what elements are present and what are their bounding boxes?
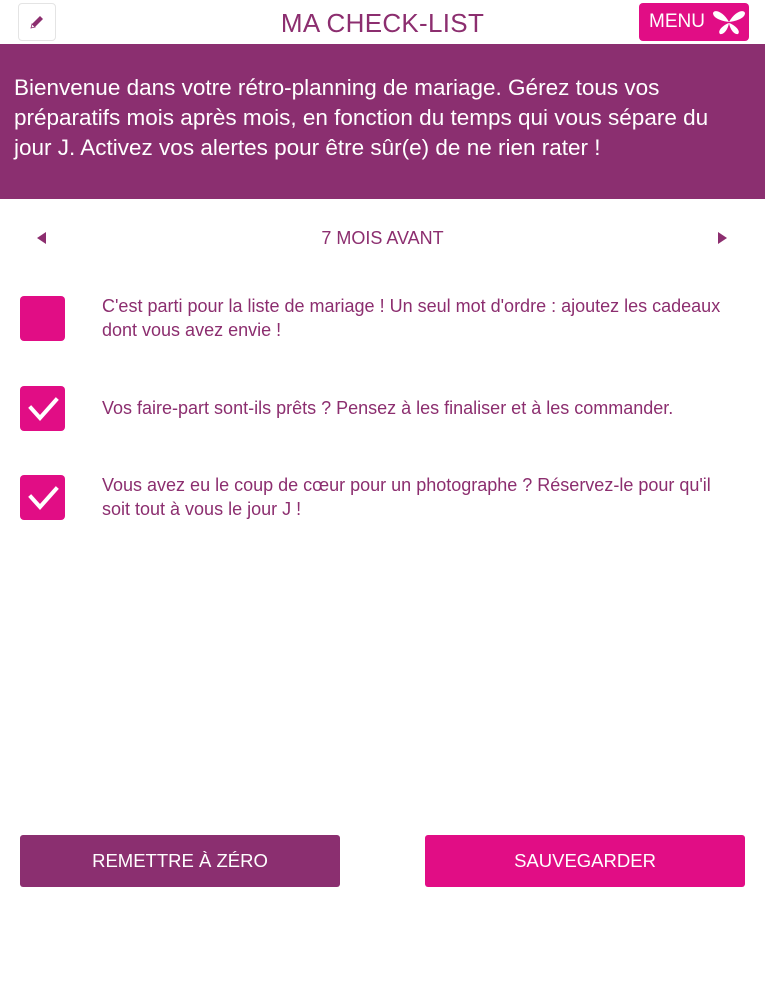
menu-label: MENU [649, 11, 705, 32]
menu-button[interactable]: MENU [639, 3, 749, 41]
save-button[interactable]: SAUVEGARDER [425, 835, 745, 887]
triangle-right-icon [718, 232, 727, 244]
task-checkbox[interactable] [20, 475, 65, 520]
butterfly-icon [712, 11, 745, 35]
task-checkbox[interactable] [20, 296, 65, 341]
welcome-banner: Bienvenue dans votre rétro-planning de m… [0, 44, 765, 199]
task-text: Vos faire-part sont-ils prêts ? Pensez à… [102, 398, 674, 418]
welcome-text: Bienvenue dans votre rétro-planning de m… [14, 75, 709, 160]
next-month-button[interactable] [712, 228, 732, 248]
checkmark-icon [27, 396, 59, 421]
month-label: 7 MOIS AVANT [321, 228, 444, 248]
task-checkbox[interactable] [20, 386, 65, 431]
reset-button[interactable]: REMETTRE À ZÉRO [20, 835, 340, 887]
top-bar: MA CHECK-LIST MENU [0, 0, 765, 44]
task-text: C'est parti pour la liste de mariage ! U… [102, 296, 721, 340]
checkmark-icon [27, 485, 59, 510]
month-navigator: 7 MOIS AVANT [0, 218, 765, 258]
task-text: Vous avez eu le coup de cœur pour un pho… [102, 475, 711, 519]
